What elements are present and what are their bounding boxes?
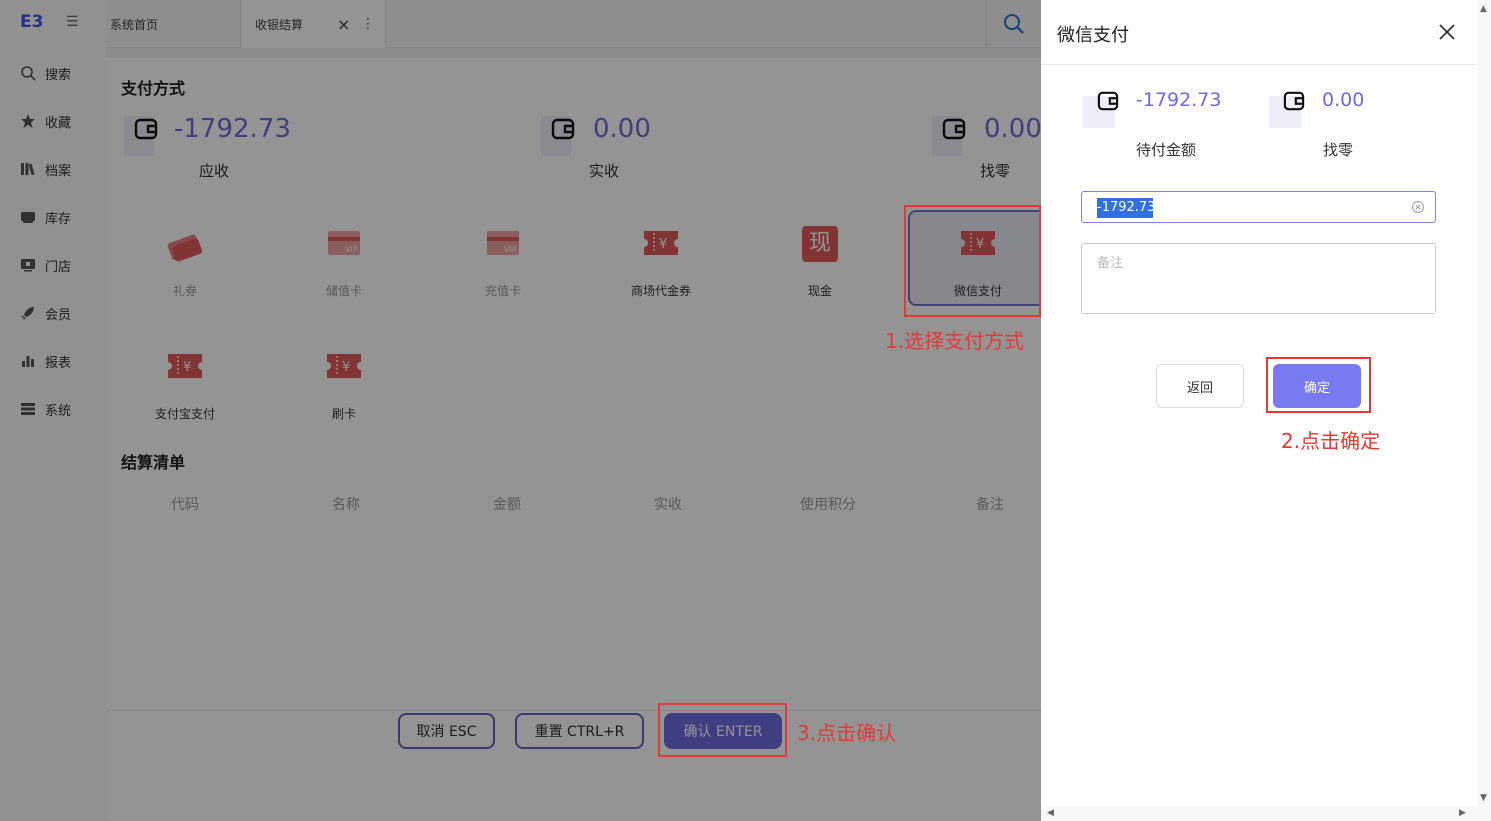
annotation-step1: 1.选择支付方式 bbox=[885, 329, 1025, 353]
amount-label: 待付金额 bbox=[1136, 141, 1197, 159]
modal-overlay[interactable] bbox=[0, 0, 1041, 821]
close-icon[interactable] bbox=[1437, 22, 1457, 42]
annotation-box-ok bbox=[1266, 357, 1371, 413]
due-amount: -1792.73 待付金额 bbox=[1083, 88, 1253, 163]
wechat-pay-drawer: 微信支付 -1792.73 待付金额 0.00 找零 -1792.73 备注 返… bbox=[1041, 0, 1491, 821]
remark-field[interactable]: 备注 bbox=[1081, 243, 1436, 314]
horizontal-scrollbar[interactable]: ◀ ▶ bbox=[1041, 807, 1477, 821]
annotation-box-confirm bbox=[658, 703, 787, 757]
scroll-down-icon[interactable]: ▼ bbox=[1480, 793, 1487, 803]
scroll-left-icon[interactable]: ◀ bbox=[1047, 808, 1054, 818]
annotation-box-wechat bbox=[904, 205, 1041, 317]
amount-value: -1792.73 bbox=[1136, 89, 1222, 111]
selected-amount-text: -1792.73 bbox=[1097, 198, 1155, 218]
scroll-up-icon[interactable]: ▲ bbox=[1480, 4, 1487, 14]
wallet-icon bbox=[1097, 91, 1119, 111]
drawer-change-amount: 0.00 找零 bbox=[1269, 88, 1409, 163]
back-button[interactable]: 返回 bbox=[1156, 364, 1244, 408]
amount-label: 找零 bbox=[1323, 141, 1354, 159]
annotation-step2: 2.点击确定 bbox=[1281, 429, 1381, 453]
drawer-title: 微信支付 bbox=[1057, 25, 1129, 46]
amount-value: 0.00 bbox=[1322, 89, 1365, 111]
clear-icon[interactable] bbox=[1411, 200, 1425, 214]
vertical-scrollbar[interactable]: ▲ ▼ bbox=[1477, 0, 1491, 821]
scroll-right-icon[interactable]: ▶ bbox=[1459, 808, 1466, 818]
annotation-step3: 3.点击确认 bbox=[797, 721, 897, 745]
drawer-divider bbox=[1041, 64, 1476, 65]
wallet-icon bbox=[1283, 91, 1305, 111]
payment-amount-input[interactable]: -1792.73 bbox=[1081, 191, 1436, 223]
